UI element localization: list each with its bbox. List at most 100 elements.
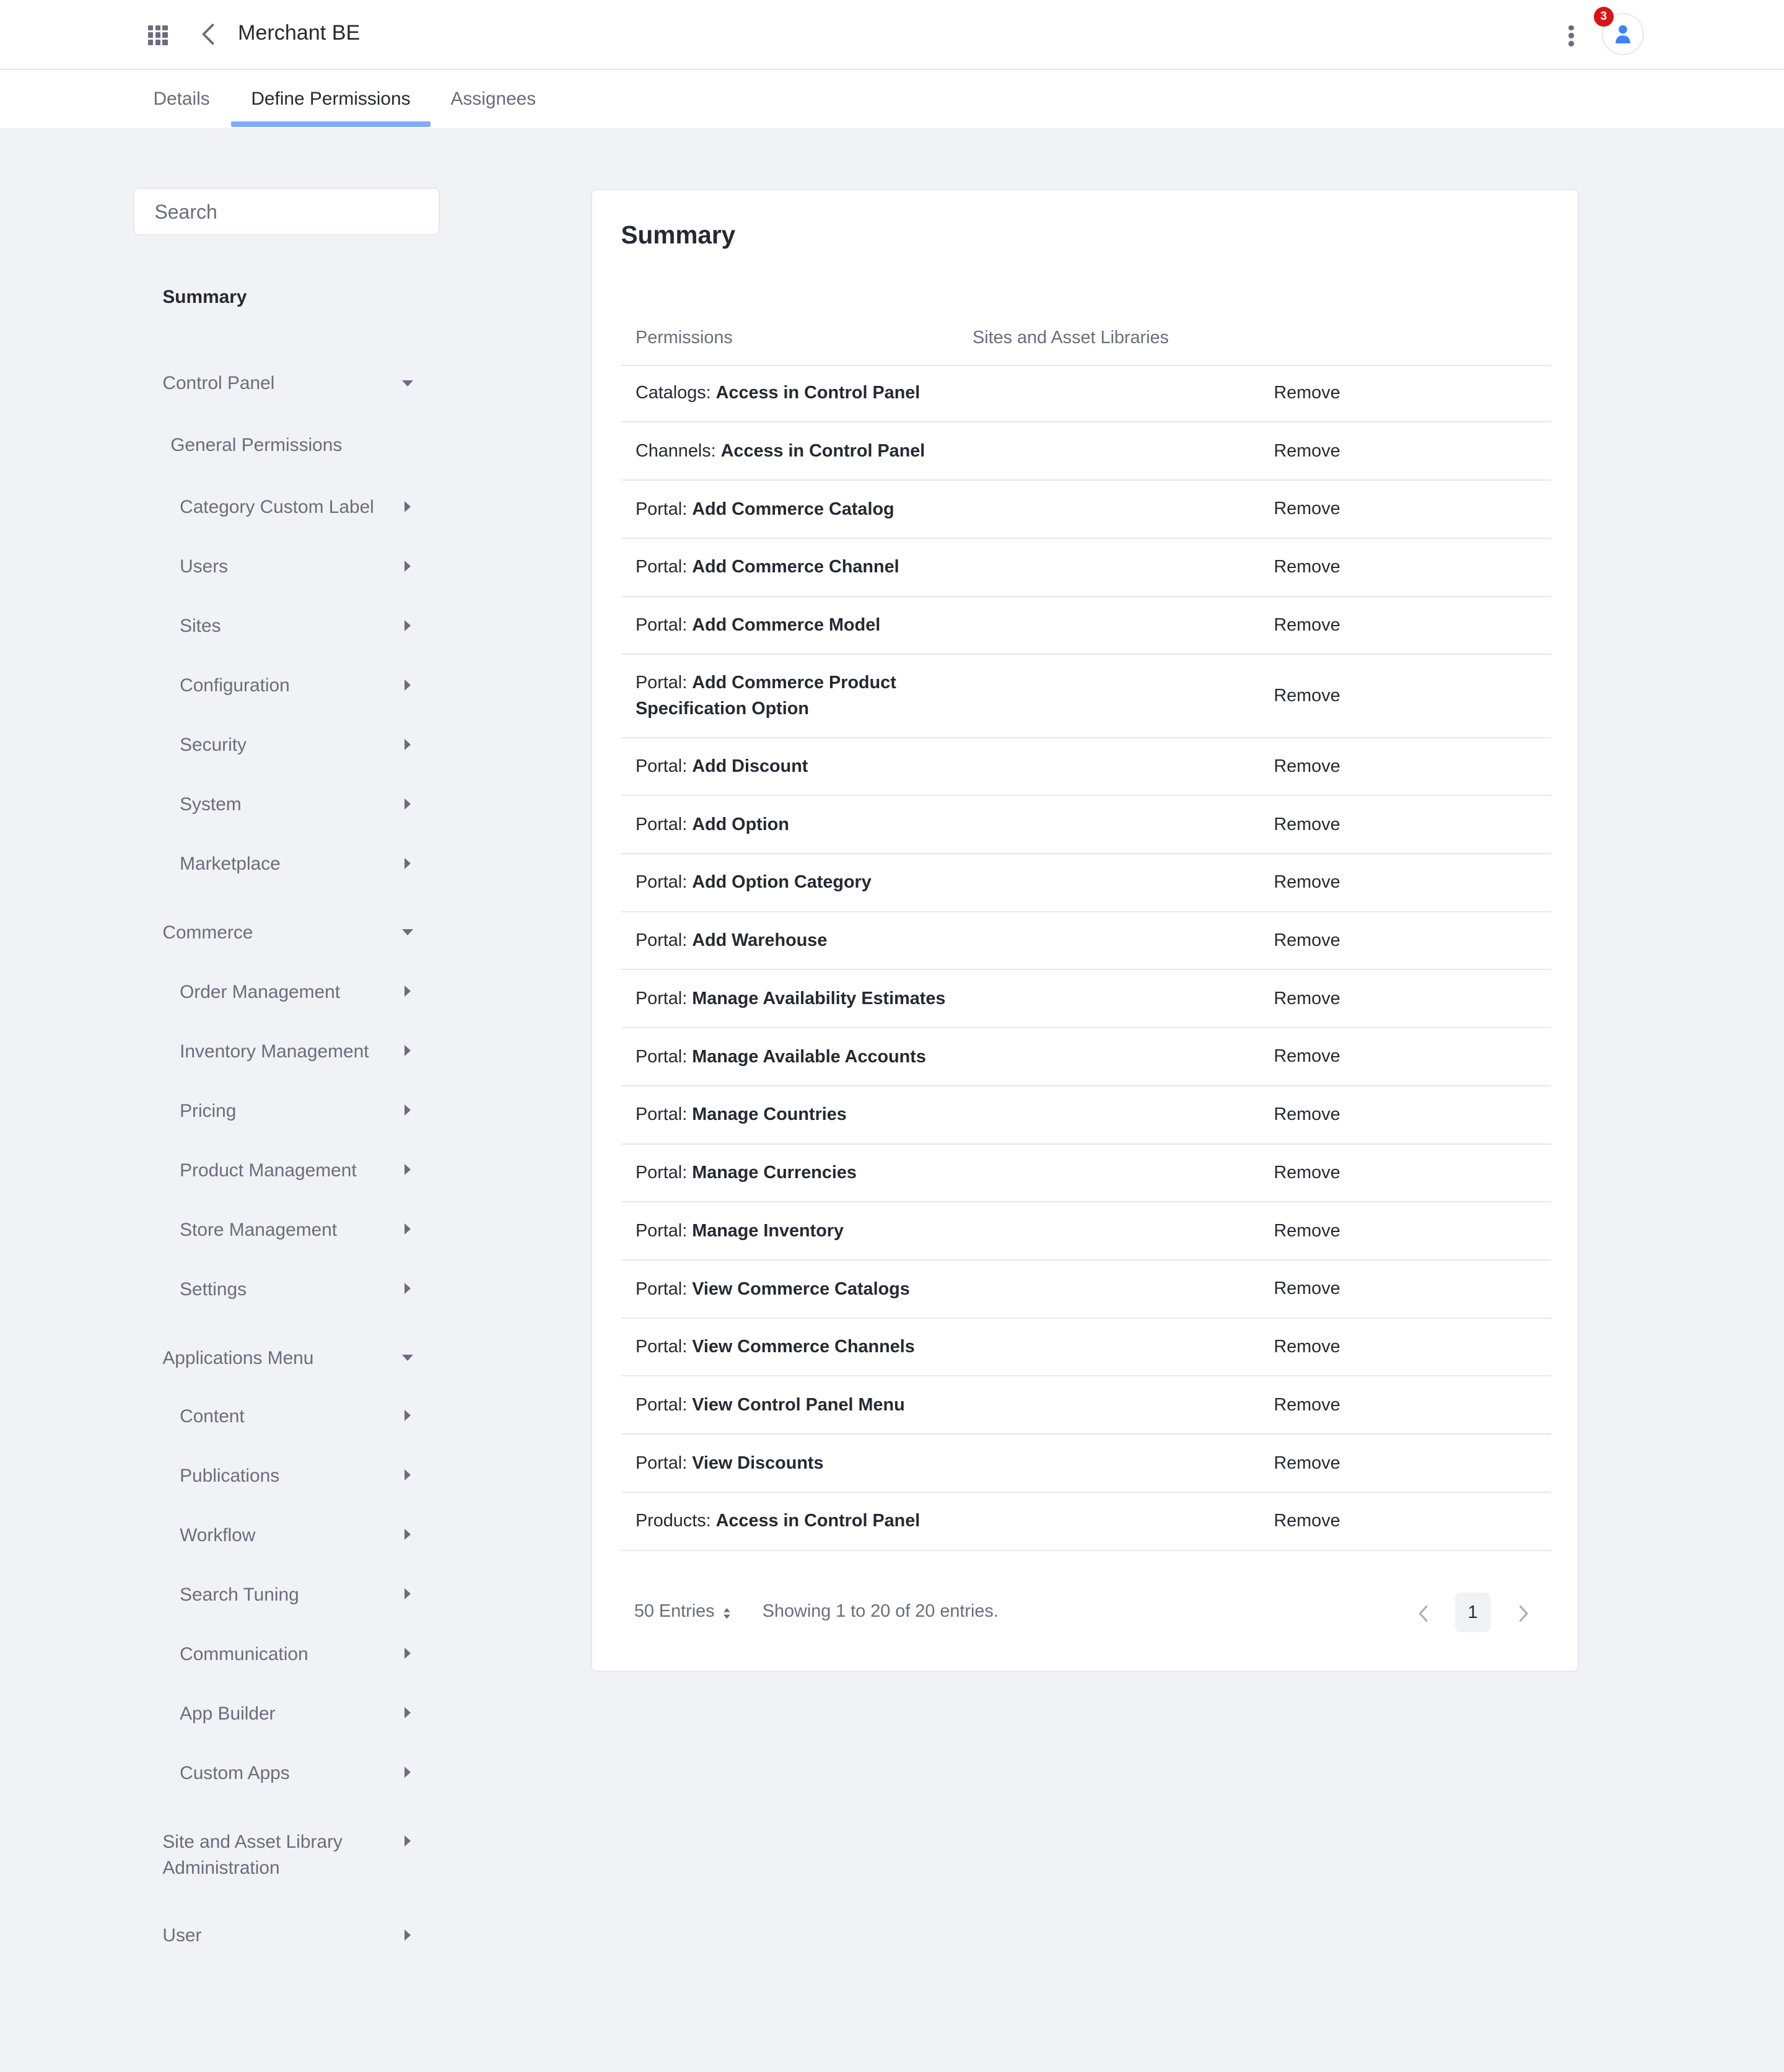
remove-button[interactable]: Remove xyxy=(1274,539,1340,596)
sidebar-item-category-custom-label[interactable]: Category Custom Label xyxy=(180,497,374,518)
table-row: Catalogs: Access in Control Panel Remove xyxy=(621,365,1552,423)
caret-right-icon[interactable] xyxy=(404,560,411,572)
caret-right-icon[interactable] xyxy=(404,1045,411,1057)
tab-assignees[interactable]: Assignees xyxy=(450,89,536,110)
sidebar-item-pricing[interactable]: Pricing xyxy=(180,1101,236,1122)
sidebar-item-store-management[interactable]: Store Management xyxy=(180,1220,337,1241)
remove-button[interactable]: Remove xyxy=(1274,655,1340,737)
top-bar: Merchant BE 3 xyxy=(0,0,1784,70)
remove-button[interactable]: Remove xyxy=(1274,597,1340,654)
caret-right-icon[interactable] xyxy=(404,1707,411,1719)
table-row: Portal: Add Commerce Channel Remove xyxy=(621,539,1552,597)
remove-button[interactable]: Remove xyxy=(1274,1493,1340,1550)
sidebar-item-summary[interactable]: Summary xyxy=(162,287,247,308)
remove-button[interactable]: Remove xyxy=(1274,1435,1340,1492)
caret-right-icon[interactable] xyxy=(404,1767,411,1778)
caret-right-icon[interactable] xyxy=(404,1283,411,1295)
table-row: Portal: View Commerce Channels Remove xyxy=(621,1319,1552,1377)
remove-button[interactable]: Remove xyxy=(1274,1086,1340,1143)
table-row: Portal: Manage Available Accounts Remove xyxy=(621,1028,1552,1086)
kebab-menu-icon[interactable] xyxy=(1568,25,1574,46)
remove-button[interactable]: Remove xyxy=(1274,854,1340,911)
chevron-left-icon[interactable] xyxy=(1417,1604,1430,1623)
page-1-button[interactable]: 1 xyxy=(1454,1592,1491,1632)
remove-button[interactable]: Remove xyxy=(1274,1261,1340,1318)
sidebar-item-security[interactable]: Security xyxy=(180,735,247,756)
sidebar-item-users[interactable]: Users xyxy=(180,556,228,577)
sidebar-item-general-permissions[interactable]: General Permissions xyxy=(170,435,342,456)
sidebar-item-custom-apps[interactable]: Custom Apps xyxy=(180,1763,290,1784)
sidebar-item-sites[interactable]: Sites xyxy=(180,616,221,637)
search-box[interactable] xyxy=(133,187,440,235)
caret-right-icon[interactable] xyxy=(404,501,411,512)
caret-right-icon[interactable] xyxy=(404,1223,411,1235)
sidebar-item-publications[interactable]: Publications xyxy=(180,1466,279,1487)
search-input[interactable] xyxy=(154,201,419,224)
remove-button[interactable]: Remove xyxy=(1274,970,1340,1027)
caret-right-icon[interactable] xyxy=(404,1164,411,1176)
caret-right-icon[interactable] xyxy=(404,1648,411,1659)
notification-badge: 3 xyxy=(1593,6,1614,27)
remove-button[interactable]: Remove xyxy=(1274,1319,1340,1376)
caret-right-icon[interactable] xyxy=(404,798,411,810)
remove-button[interactable]: Remove xyxy=(1274,422,1340,479)
sidebar-item-inventory-management[interactable]: Inventory Management xyxy=(180,1041,369,1062)
caret-down-icon[interactable] xyxy=(401,380,413,387)
sidebar-item-settings[interactable]: Settings xyxy=(180,1279,247,1300)
table-row: Portal: View Control Panel Menu Remove xyxy=(621,1376,1552,1435)
remove-button[interactable]: Remove xyxy=(1274,1376,1340,1433)
sidebar-item-content[interactable]: Content xyxy=(180,1406,245,1427)
sidebar-section-commerce[interactable]: Commerce xyxy=(162,922,253,943)
sort-caret-icon[interactable] xyxy=(723,1607,731,1620)
sidebar-section-applications-menu[interactable]: Applications Menu xyxy=(162,1348,313,1369)
remove-button[interactable]: Remove xyxy=(1274,912,1340,969)
remove-button[interactable]: Remove xyxy=(1274,365,1340,422)
sidebar-item-app-builder[interactable]: App Builder xyxy=(180,1703,275,1724)
caret-right-icon[interactable] xyxy=(404,619,411,631)
caret-right-icon[interactable] xyxy=(404,679,411,691)
entries-per-page-select[interactable]: 50 Entries xyxy=(634,1601,715,1622)
caret-right-icon[interactable] xyxy=(404,1410,411,1422)
sidebar-item-communication[interactable]: Communication xyxy=(180,1644,308,1665)
tab-details[interactable]: Details xyxy=(153,89,209,110)
sidebar-item-system[interactable]: System xyxy=(180,794,242,815)
caret-right-icon[interactable] xyxy=(404,1588,411,1600)
remove-button[interactable]: Remove xyxy=(1274,796,1340,853)
sidebar-item-marketplace[interactable]: Marketplace xyxy=(180,854,281,875)
sidebar-item-workflow[interactable]: Workflow xyxy=(180,1525,255,1546)
table-row: Portal: Manage Currencies Remove xyxy=(621,1145,1552,1203)
caret-right-icon[interactable] xyxy=(404,738,411,750)
caret-down-icon[interactable] xyxy=(401,929,413,935)
remove-button[interactable]: Remove xyxy=(1274,481,1340,538)
sidebar-item-order-management[interactable]: Order Management xyxy=(180,982,340,1003)
tab-define-permissions[interactable]: Define Permissions xyxy=(251,89,410,110)
caret-right-icon[interactable] xyxy=(404,1529,411,1541)
sidebar-item-search-tuning[interactable]: Search Tuning xyxy=(180,1585,299,1606)
caret-right-icon[interactable] xyxy=(404,857,411,869)
remove-button[interactable]: Remove xyxy=(1274,1145,1340,1202)
chevron-right-icon[interactable] xyxy=(1517,1604,1530,1623)
back-chevron-icon[interactable] xyxy=(198,22,219,46)
sidebar-section-control-panel[interactable]: Control Panel xyxy=(162,373,274,394)
sidebar-item-configuration[interactable]: Configuration xyxy=(180,675,290,696)
caret-right-icon[interactable] xyxy=(404,1469,411,1481)
apps-grid-icon[interactable] xyxy=(147,25,168,45)
user-icon xyxy=(1615,25,1630,44)
table-row: Portal: Add Option Remove xyxy=(621,796,1552,854)
sidebar-item-product-management[interactable]: Product Management xyxy=(180,1160,357,1181)
caret-right-icon[interactable] xyxy=(404,1929,411,1941)
sidebar-item-site-admin-line2[interactable]: Administration xyxy=(162,1858,279,1879)
permissions-table: Catalogs: Access in Control Panel Remove … xyxy=(621,365,1552,1551)
caret-right-icon[interactable] xyxy=(404,986,411,997)
caret-right-icon[interactable] xyxy=(404,1835,411,1847)
remove-button[interactable]: Remove xyxy=(1274,1028,1340,1085)
remove-button[interactable]: Remove xyxy=(1274,1202,1340,1259)
caret-right-icon[interactable] xyxy=(404,1104,411,1116)
sidebar-item-site-admin-line1[interactable]: Site and Asset Library xyxy=(162,1832,342,1853)
sidebar-item-user[interactable]: User xyxy=(162,1925,201,1946)
table-row: Portal: Manage Countries Remove xyxy=(621,1086,1552,1145)
remove-button[interactable]: Remove xyxy=(1274,738,1340,795)
table-row: Portal: Manage Inventory Remove xyxy=(621,1202,1552,1261)
page-title: Merchant BE xyxy=(237,21,361,45)
caret-down-icon[interactable] xyxy=(401,1354,413,1361)
